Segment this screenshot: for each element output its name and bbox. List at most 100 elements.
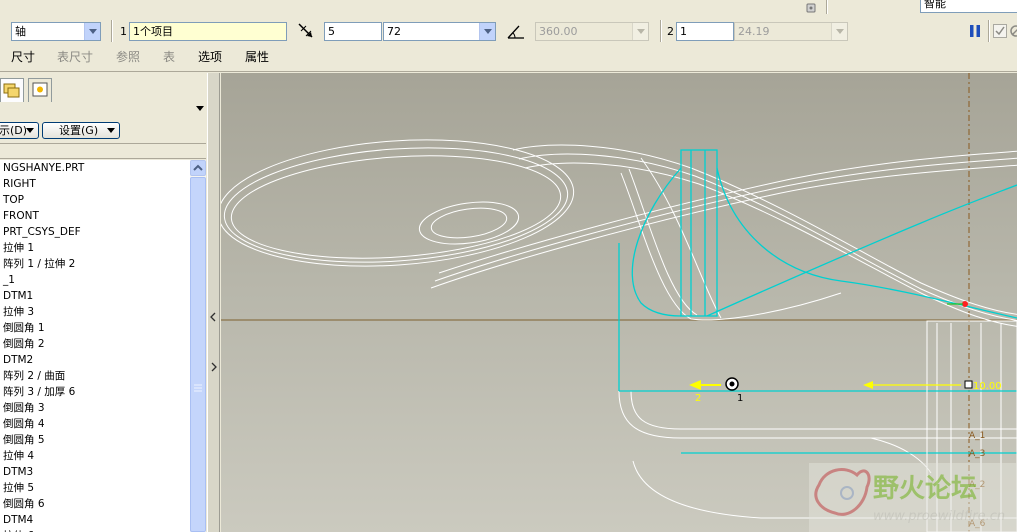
pause-icon[interactable] (968, 24, 982, 38)
separator (826, 0, 827, 14)
arrow-label-1: 1 (737, 393, 743, 404)
folder-icon (3, 83, 20, 98)
chevron-down-icon[interactable] (84, 23, 100, 40)
tree-item[interactable]: 拉伸 4 (0, 448, 190, 464)
angle-value: 360.00 (539, 25, 578, 38)
tree-item[interactable]: DTM4 (0, 512, 190, 528)
model-tree-panel: 示(D) 设置(G) NGSHANYE.PRT RIGHT TOP FRONT PRT_… (0, 73, 206, 532)
tab-table[interactable]: 表 (163, 48, 175, 65)
scroll-thumb[interactable] (190, 177, 206, 532)
tree-item[interactable]: 阵列 3 / 加厚 6 (0, 384, 190, 400)
separator (111, 20, 112, 42)
drag-handle-dot (729, 381, 735, 387)
tree-item[interactable]: DTM2 (0, 352, 190, 368)
graphics-window[interactable]: 2 1 10.00 A_1 A_3 A_2 A_6 野火论坛 www.p (221, 73, 1017, 532)
reference-collector-value: 1个项目 (133, 25, 173, 38)
reference-collector[interactable]: 1个项目 (129, 22, 287, 41)
angle-icon (506, 22, 526, 40)
tree-scrollbar[interactable] (190, 160, 206, 532)
direction2-count-value: 1 (680, 25, 687, 38)
scroll-up-button[interactable] (190, 160, 206, 176)
separator (988, 20, 989, 42)
pattern-dashboard: 轴 1 1个项目 5 72 360.00 2 1 24.19 智能 尺寸 表尺寸… (0, 0, 1017, 72)
model-viewport[interactable]: 2 1 10.00 A_1 A_3 A_2 A_6 野火论坛 www.p (221, 73, 1017, 532)
tree-item[interactable]: NGSHANYE.PRT (0, 160, 190, 176)
filter-dropdown[interactable]: 智能 (920, 0, 1017, 13)
arrow-label-2: 2 (695, 393, 701, 404)
tree-item[interactable]: DTM3 (0, 464, 190, 480)
pattern-type-value: 轴 (15, 25, 26, 38)
watermark: 野火论坛 www.proewildfire.cn (809, 463, 1017, 532)
dimension-value[interactable]: 10.00 (973, 381, 1002, 392)
spacing-value: 72 (387, 25, 401, 38)
panel-menu-icon[interactable] (196, 106, 204, 111)
count-icon (297, 22, 315, 40)
selected-feature (618, 149, 1017, 454)
tree-item[interactable]: RIGHT (0, 176, 190, 192)
tree-item[interactable]: 拉伸 3 (0, 304, 190, 320)
tab-references[interactable]: 参照 (116, 48, 140, 65)
chevron-up-icon (193, 164, 203, 171)
filter-value: 智能 (924, 0, 946, 10)
tree-item[interactable]: 阵列 2 / 曲面 (0, 368, 190, 384)
chevron-right-icon[interactable] (208, 361, 219, 373)
panel-splitter[interactable] (207, 73, 220, 532)
tree-item[interactable]: 拉伸 1 (0, 240, 190, 256)
count-value: 5 (328, 25, 335, 38)
chevron-down-icon (26, 128, 34, 133)
tree-item[interactable]: TOP (0, 192, 190, 208)
direction2-number: 2 (667, 25, 674, 38)
pattern-type-dropdown[interactable]: 轴 (11, 22, 101, 41)
tree-item[interactable]: 倒圆角 1 (0, 320, 190, 336)
tab-properties[interactable]: 属性 (245, 48, 269, 65)
settings-button[interactable]: 设置(G) (42, 122, 120, 139)
tree-item[interactable]: FRONT (0, 208, 190, 224)
dim-handle[interactable] (964, 380, 973, 389)
chevron-down-icon (107, 128, 115, 133)
direction2-spacing-dropdown[interactable]: 24.19 (734, 22, 848, 41)
tab-table-dimensions[interactable]: 表尺寸 (57, 48, 93, 65)
grip-icon (194, 384, 202, 392)
model-tree-tab[interactable] (0, 78, 24, 102)
display-button[interactable]: 示(D) (0, 122, 39, 139)
direction-arrow-2 (863, 381, 961, 389)
tree-item[interactable]: 阵列 1 / 拉伸 2 (0, 256, 190, 272)
angle-dropdown[interactable]: 360.00 (535, 22, 649, 41)
direction2-spacing-value: 24.19 (738, 25, 770, 38)
watermark-url: www.proewildfire.cn (873, 509, 1005, 524)
settings-button-label: 设置(G) (59, 124, 99, 137)
tree-item[interactable]: 倒圆角 5 (0, 432, 190, 448)
favorites-tab[interactable] (28, 78, 52, 102)
chevron-down-icon[interactable] (632, 23, 648, 40)
tab-options[interactable]: 选项 (198, 48, 222, 65)
tree-column-header (0, 143, 206, 159)
tree-item[interactable]: 倒圆角 4 (0, 416, 190, 432)
separator (660, 20, 661, 42)
direction2-count-input[interactable]: 1 (676, 22, 734, 41)
tree-item[interactable]: PRT_CSYS_DEF (0, 224, 190, 240)
spacing-dropdown[interactable]: 72 (383, 22, 496, 41)
watermark-title: 野火论坛 (873, 474, 977, 504)
chevron-down-icon[interactable] (831, 23, 847, 40)
collector-number: 1 (120, 25, 127, 38)
tree-item[interactable]: _1 (0, 272, 190, 288)
tree-item[interactable]: 倒圆角 6 (0, 496, 190, 512)
tree-item[interactable]: 倒圆角 2 (0, 336, 190, 352)
count-input[interactable]: 5 (324, 22, 382, 41)
cancel-icon[interactable] (1009, 24, 1017, 38)
tree-item[interactable]: DTM1 (0, 288, 190, 304)
axis-label-a3: A_3 (969, 449, 985, 459)
chevron-left-icon[interactable] (208, 311, 219, 323)
lock-icon (802, 0, 820, 14)
display-button-label: 示(D) (0, 124, 28, 137)
star-icon (32, 82, 48, 97)
tree-item[interactable]: 倒圆角 3 (0, 400, 190, 416)
model-tree: NGSHANYE.PRT RIGHT TOP FRONT PRT_CSYS_DEF 拉伸 … (0, 160, 190, 532)
axis-label-a1: A_1 (969, 431, 985, 441)
direction-arrow-1 (689, 380, 721, 390)
tab-dimensions[interactable]: 尺寸 (11, 48, 35, 65)
checkmark-icon[interactable] (993, 24, 1007, 38)
tree-item[interactable]: 拉伸 5 (0, 480, 190, 496)
tree-item[interactable]: 拉伸 6 (0, 528, 190, 532)
chevron-down-icon[interactable] (479, 23, 495, 40)
